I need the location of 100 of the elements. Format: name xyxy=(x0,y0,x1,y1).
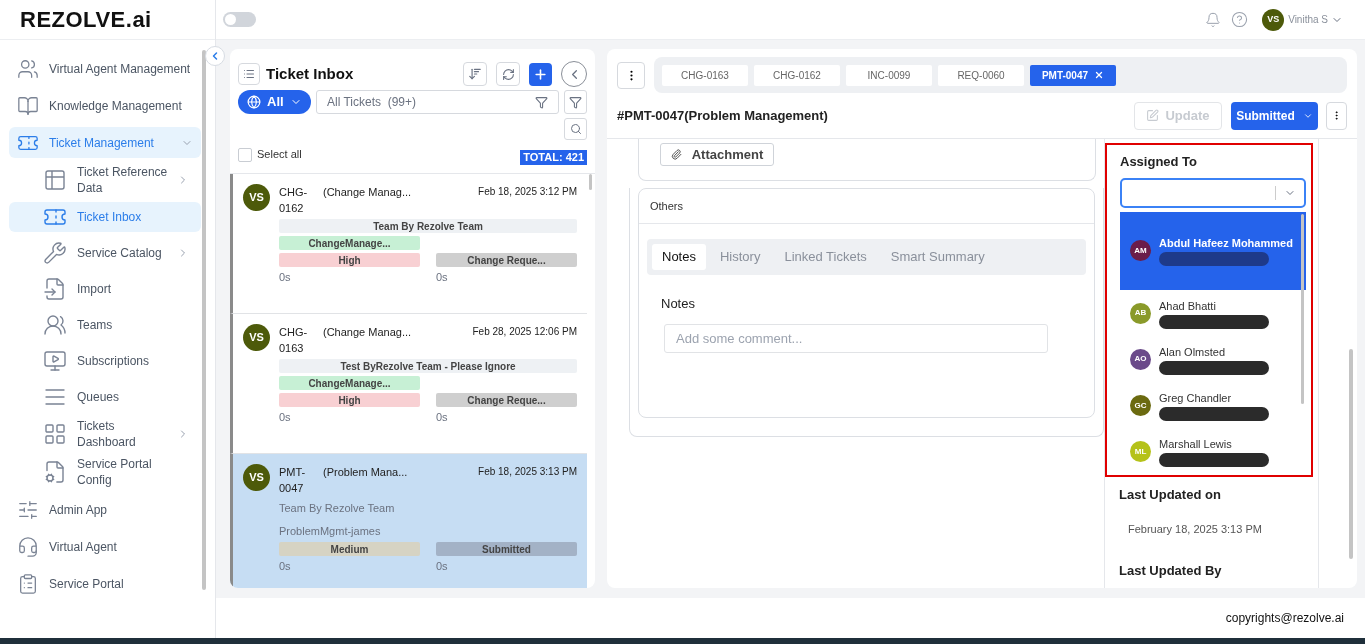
sidebar-item[interactable]: Virtual Agent xyxy=(9,531,201,562)
ticket-title: (Change Manag... xyxy=(323,185,412,200)
category-name: ProblemMgmt-james xyxy=(279,523,382,539)
assignee-avatar: AO xyxy=(1130,348,1151,370)
menu-icon xyxy=(43,460,67,484)
timer: 0s xyxy=(436,270,449,285)
more-button[interactable] xyxy=(1326,101,1347,130)
menu-label: Service Catalog xyxy=(76,245,163,261)
status-tag: Submitted xyxy=(436,542,577,556)
comment-field[interactable]: Add some comment... xyxy=(664,323,1048,353)
ticket-search-field[interactable]: All Tickets (99+) xyxy=(316,90,559,114)
ticket-card[interactable]: VS CHG-0163 (Change Manag... Feb 28, 2025 12:06 PM Test ByRezolve Team - Please Ignore ChangeManage... High Change Reque... 0s 0s xyxy=(230,314,587,454)
ticket-tab[interactable]: PMT-0047 xyxy=(1030,64,1116,86)
close-icon[interactable] xyxy=(1094,70,1105,80)
category-tag: ChangeManage... xyxy=(279,236,420,250)
assignee-select[interactable] xyxy=(1120,177,1306,208)
ticket-tab[interactable]: REQ-0060 xyxy=(938,64,1024,86)
panel-title: Ticket Inbox xyxy=(266,63,354,84)
ticket-tab[interactable]: CHG-0163 xyxy=(662,64,748,86)
sidebar-item[interactable]: Service Portal xyxy=(9,568,201,599)
avatar: VS xyxy=(243,184,270,211)
menu-icon xyxy=(43,349,67,373)
scrollbar xyxy=(589,174,592,190)
menu-icon xyxy=(43,168,67,192)
sidebar-item[interactable]: Tickets Dashboard xyxy=(9,418,201,450)
menu-icon xyxy=(17,535,39,558)
refresh-button[interactable] xyxy=(496,62,520,86)
brand-logo: REZOLVE.ai xyxy=(20,6,152,34)
help-icon[interactable] xyxy=(1231,11,1249,28)
sidebar-item[interactable]: Knowledge Management xyxy=(9,90,201,121)
ticket-search-input[interactable]: All Tickets (99+) xyxy=(327,93,535,111)
menu-label: Virtual Agent xyxy=(48,538,118,555)
search-icon xyxy=(569,123,582,135)
sidebar-item[interactable]: Virtual Agent Management xyxy=(9,53,201,84)
category-tag: ChangeManage... xyxy=(279,376,420,390)
sidebar-item[interactable]: Service Catalog xyxy=(9,238,201,268)
timer: 0s xyxy=(436,559,449,574)
sidebar-item[interactable]: Service Portal Config xyxy=(9,456,201,488)
filter-icon xyxy=(535,95,548,109)
ticket-heading: #PMT-0047(Problem Management) xyxy=(617,106,828,125)
scope-dropdown[interactable]: All xyxy=(238,90,311,114)
menu-label: Ticket Management xyxy=(48,134,155,151)
menu-icon xyxy=(43,241,67,265)
sort-icon xyxy=(468,67,482,81)
ticket-card[interactable]: VS PMT-0047 (Problem Mana... Feb 18, 2025 3:13 PM Team By Rezolve Team ProblemMgmt-james Medium Submitted 0s 0s xyxy=(230,454,587,588)
ticket-tab[interactable]: CHG-0162 xyxy=(754,64,840,86)
assignee-name: Greg Chandler xyxy=(1159,391,1233,407)
copyright-text: copyrights@rezolve.ai xyxy=(1225,610,1344,627)
ticket-title: (Problem Mana... xyxy=(323,465,408,480)
sidebar-item[interactable]: Admin App xyxy=(9,494,201,525)
ticket-id: PMT-0047 xyxy=(279,465,307,496)
toggle-switch[interactable] xyxy=(223,12,256,27)
status-dropdown[interactable]: Submitted xyxy=(1231,101,1318,130)
sidebar-item[interactable]: Ticket Inbox xyxy=(9,202,201,232)
priority-tag: Medium xyxy=(279,542,420,556)
assignee-name: Ahad Bhatti xyxy=(1159,298,1217,314)
priority-tag: High xyxy=(279,253,420,267)
add-button[interactable] xyxy=(529,62,552,86)
sidebar-item[interactable]: Queues xyxy=(9,382,201,412)
section-tab[interactable]: Notes xyxy=(652,244,706,270)
field-label: Last Updated By xyxy=(1119,562,1223,580)
sort-button[interactable] xyxy=(463,62,487,86)
sidebar-item[interactable]: Import xyxy=(9,274,201,304)
ticket-date: Feb 28, 2025 12:06 PM xyxy=(472,325,577,339)
sidebar-item[interactable]: Ticket Reference Data xyxy=(9,164,201,196)
paperclip-icon xyxy=(670,149,682,160)
team-name: Team By Rezolve Team xyxy=(279,501,396,516)
menu-label: Tickets Dashboard xyxy=(76,418,137,450)
menu-icon xyxy=(17,57,39,80)
status-tag: Change Reque... xyxy=(436,393,577,407)
menu-icon xyxy=(43,313,67,337)
plus-icon xyxy=(533,66,548,82)
sidebar-item[interactable]: Subscriptions xyxy=(9,346,201,376)
section-title: Others xyxy=(639,189,1094,224)
total-count-badge: TOTAL: 421 xyxy=(520,150,587,165)
filter-settings-button[interactable] xyxy=(564,90,587,114)
menu-label: Subscriptions xyxy=(76,353,151,369)
assignee-name: Marshall Lewis xyxy=(1159,437,1233,453)
sidebar-item[interactable]: Ticket Management xyxy=(9,127,201,158)
menu-label: Service Portal Config xyxy=(76,456,153,488)
assignee-name: Abdul Hafeez Mohammed xyxy=(1159,236,1293,252)
menu-label: Teams xyxy=(76,317,114,333)
user-avatar[interactable]: VS xyxy=(1262,8,1285,31)
menu-icon xyxy=(43,277,67,301)
attachment-button[interactable]: Attachment xyxy=(660,143,774,166)
avatar: VS xyxy=(243,464,270,491)
collapse-button[interactable] xyxy=(205,46,225,66)
select-all-checkbox[interactable] xyxy=(238,147,252,162)
ticket-tab[interactable]: INC-0099 xyxy=(846,64,932,86)
sidebar-item[interactable]: Teams xyxy=(9,310,201,340)
select-all-label: Select all xyxy=(257,147,302,163)
edit-icon xyxy=(1146,109,1160,122)
list-button[interactable] xyxy=(238,63,260,85)
timer: 0s xyxy=(279,559,292,574)
menu-label: Admin App xyxy=(48,501,109,518)
timer: 0s xyxy=(436,410,449,425)
notification-bell-icon[interactable] xyxy=(1205,11,1222,28)
ticket-card[interactable]: VS CHG-0162 (Change Manag... Feb 18, 2025 3:12 PM Team By Rezolve Team ChangeManage... High Change Reque... 0s 0s xyxy=(230,174,587,314)
search-button[interactable] xyxy=(564,118,587,140)
assignee-option[interactable]: AM Abdul Hafeez Mohammed xyxy=(1120,211,1306,291)
